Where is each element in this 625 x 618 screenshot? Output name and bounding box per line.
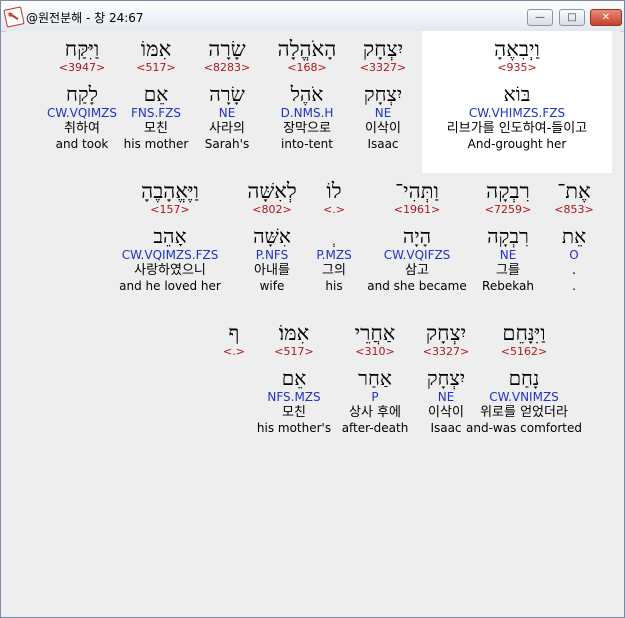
word-heb: וַיִּקַּח: [64, 37, 100, 61]
minimize-button[interactable]: —: [527, 9, 553, 26]
word-kor: [144, 404, 324, 421]
word-kor: 취하여: [64, 121, 100, 136]
word-heb: וַיֶּאֱהָבֶהָ: [141, 179, 199, 203]
close-button[interactable]: ✕: [590, 9, 622, 26]
interlinear-view: וַיְבִאֶהָ <935> בּוֹא CW.VHIMZS.FZS 리브가를 인도…: [6, 31, 620, 614]
word-heb: ף: [228, 321, 240, 345]
word-strong: <157>: [150, 203, 190, 216]
word-column[interactable]: ף <.>: [144, 321, 324, 435]
word-kor: 사랑하였으니: [134, 263, 206, 278]
word-column[interactable]: וַיֶּאֱהָבֶהָ <157> אָהֵב CW.VQIMZS.FZS 사랑하였…: [80, 179, 260, 293]
word-strong: <3947>: [58, 61, 106, 74]
word-strong: <.>: [223, 345, 245, 358]
app-window: @원전분해 - 창 24:67 — □ ✕ וַיְבִאֶהָ <935> בּו…: [0, 0, 625, 618]
window-title: @원전분해 - 창 24:67: [26, 11, 144, 25]
word-parse: [144, 390, 324, 404]
title-bar[interactable]: @원전분해 - 창 24:67 — □ ✕: [1, 1, 624, 32]
word-eng: [144, 421, 324, 435]
maximize-button[interactable]: □: [559, 9, 585, 26]
word-lemma: [144, 367, 324, 390]
word-eng: and took: [55, 137, 109, 151]
app-logo-icon: [3, 6, 25, 28]
word-parse: CW.VQIMZS: [46, 106, 118, 120]
word-parse: CW.VQIMZS.FZS: [121, 248, 219, 262]
word-lemma: לָקַח: [66, 82, 98, 106]
word-column[interactable]: וַיִּקַּח <3947> לָקַח CW.VQIMZS 취하여 and took: [0, 37, 172, 151]
word-lemma: אָהֵב: [153, 224, 187, 248]
word-eng: and he loved her: [119, 279, 221, 293]
